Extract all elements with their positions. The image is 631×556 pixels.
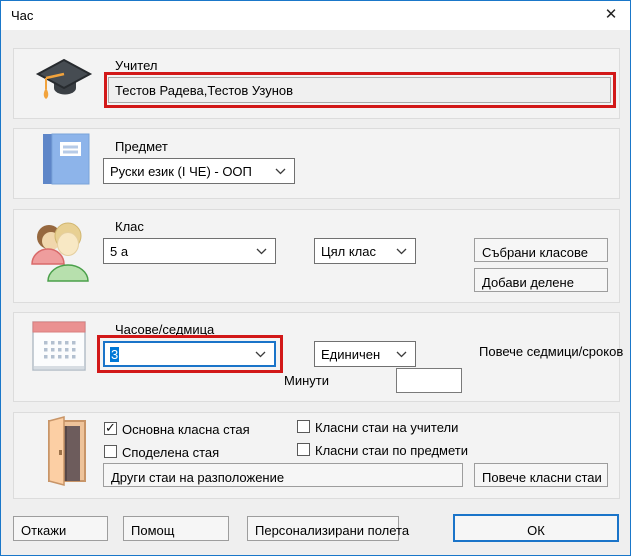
book-icon — [41, 132, 91, 186]
chevron-down-icon — [256, 248, 267, 255]
class-scope-value: Цял клас — [321, 244, 376, 259]
teacher-rooms-checkbox-box[interactable] — [297, 420, 310, 433]
teacher-rooms-checkbox-label: Класни стаи на учители — [315, 420, 458, 435]
lesson-dialog: Час ✕ Учител Тестов Радева,Тестов Узунов… — [0, 0, 631, 556]
ok-button[interactable]: ОК — [453, 514, 619, 542]
cancel-button[interactable]: Откажи — [13, 516, 108, 541]
chevron-down-icon — [275, 168, 286, 175]
home-classroom-checkbox-label: Основна класна стая — [122, 422, 250, 437]
chevron-down-icon — [396, 248, 407, 255]
subject-rooms-checkbox[interactable]: Класни стаи по предмети — [297, 443, 468, 458]
period-type-value: Единичен — [321, 347, 380, 362]
home-classroom-checkbox[interactable]: Основна класна стая — [104, 422, 250, 437]
shared-room-checkbox[interactable]: Споделена стая — [104, 445, 219, 460]
other-available-rooms-button[interactable]: Други стаи на разположение — [103, 463, 463, 487]
window-title: Час — [11, 8, 33, 23]
shared-room-checkbox-label: Споделена стая — [122, 445, 219, 460]
hours-per-week-label: Часове/седмица — [115, 322, 214, 337]
subject-label: Предмет — [115, 139, 168, 154]
teacher-label: Учител — [115, 58, 158, 73]
minutes-label: Минути — [284, 373, 329, 388]
graduation-cap-icon — [35, 57, 93, 109]
subject-select[interactable]: Руски език (I ЧЕ) - ООП — [103, 158, 295, 184]
class-select[interactable]: 5 а — [103, 238, 276, 264]
calendar-icon — [31, 319, 87, 375]
teacher-field[interactable]: Тестов Радева,Тестов Узунов — [108, 77, 611, 103]
shared-room-checkbox-box[interactable] — [104, 445, 117, 458]
class-scope-select[interactable]: Цял клас — [314, 238, 416, 264]
hours-per-week-value: 3 — [110, 347, 119, 362]
hours-per-week-combo[interactable]: 3 — [103, 341, 276, 367]
home-classroom-checkbox-box[interactable] — [104, 422, 117, 435]
more-weeks-terms-label[interactable]: Повече седмици/сроков — [479, 344, 623, 359]
subject-select-value: Руски език (I ЧЕ) - ООП — [110, 164, 252, 179]
minutes-input[interactable] — [396, 368, 462, 393]
subject-rooms-checkbox-label: Класни стаи по предмети — [315, 443, 468, 458]
titlebar: Час ✕ — [1, 1, 630, 30]
more-classrooms-button[interactable]: Повече класни стаи — [474, 463, 608, 487]
students-icon — [29, 219, 91, 283]
joined-classes-button[interactable]: Събрани класове — [474, 238, 608, 262]
period-type-select[interactable]: Единичен — [314, 341, 416, 367]
door-icon — [33, 416, 89, 488]
close-button[interactable]: ✕ — [596, 1, 626, 29]
class-label: Клас — [115, 219, 144, 234]
chevron-down-icon — [255, 351, 266, 358]
help-button[interactable]: Помощ — [123, 516, 229, 541]
chevron-down-icon — [396, 351, 407, 358]
class-select-value: 5 а — [110, 244, 128, 259]
subject-rooms-checkbox-box[interactable] — [297, 443, 310, 456]
custom-fields-button[interactable]: Персонализирани полета — [247, 516, 399, 541]
add-division-button[interactable]: Добави делене — [474, 268, 608, 292]
teacher-rooms-checkbox[interactable]: Класни стаи на учители — [297, 420, 458, 435]
